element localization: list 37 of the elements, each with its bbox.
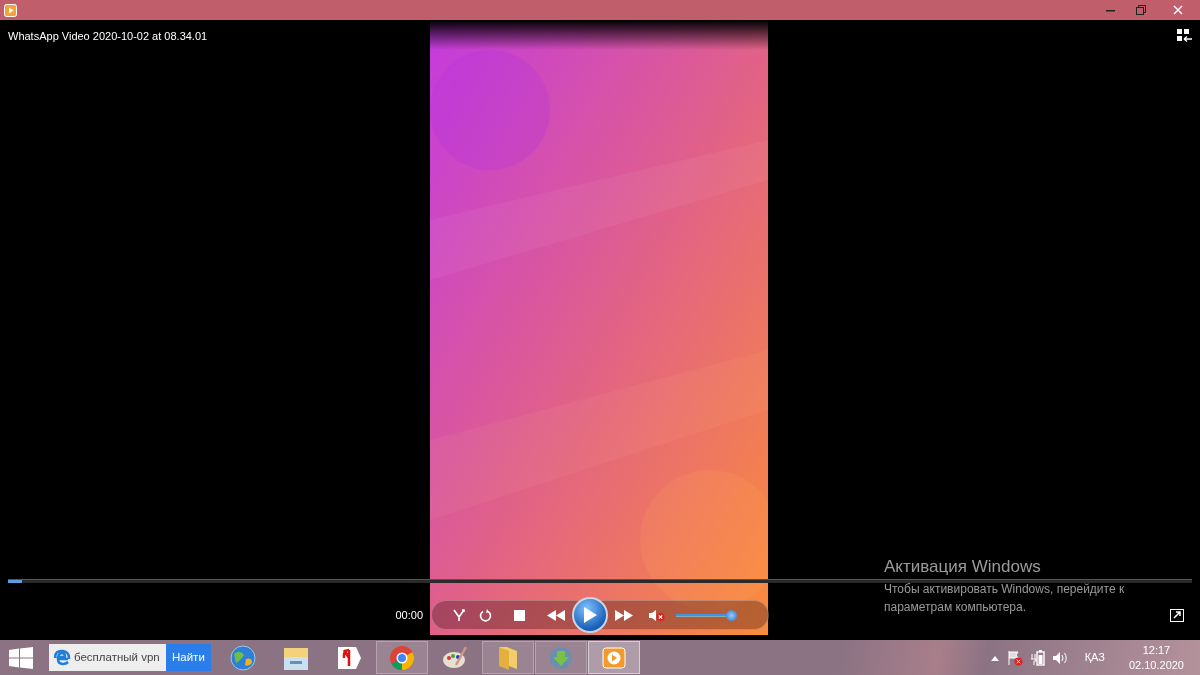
restore-icon <box>1136 5 1146 15</box>
clock[interactable]: 12:17 02.10.2020 <box>1128 642 1184 673</box>
windows-logo-icon <box>9 646 33 669</box>
taskbar-app-button[interactable] <box>587 641 640 674</box>
switch-view-icon[interactable] <box>1177 29 1192 44</box>
battery-plug-icon[interactable] <box>1030 649 1045 666</box>
globe-icon <box>229 644 256 671</box>
repeat-icon <box>478 608 492 622</box>
taskbar-app-button[interactable] <box>375 641 428 674</box>
flag-icon[interactable] <box>1006 649 1023 666</box>
volume-thumb[interactable] <box>726 609 738 621</box>
download-icon <box>547 644 574 671</box>
fullscreen-icon[interactable] <box>1170 608 1184 622</box>
chrome-icon <box>388 644 415 671</box>
search-button[interactable]: Найти <box>166 644 211 671</box>
app-icon <box>4 3 17 17</box>
taskbar-app-button[interactable] <box>481 641 534 674</box>
yandex-browser-icon <box>335 644 362 671</box>
elapsed-time: 00:00 <box>395 608 423 621</box>
close-icon <box>1173 5 1183 15</box>
stop-icon <box>513 609 525 621</box>
volume-icon[interactable] <box>1052 650 1069 665</box>
activation-text: Чтобы активировать Windows, перейдите к параметрам компьютера. <box>884 580 1126 616</box>
activation-title: Активация Windows <box>884 556 1042 578</box>
language-indicator[interactable]: ҚАЗ <box>1084 649 1105 666</box>
play-icon <box>583 607 597 623</box>
palette-icon <box>441 644 468 671</box>
search-field[interactable]: бесплатный vpn <box>49 644 166 671</box>
search-input[interactable]: бесплатный vpn <box>74 648 164 667</box>
browser-e-icon <box>53 648 71 667</box>
show-hidden-icons-icon[interactable] <box>990 654 999 661</box>
folder-icon <box>496 644 519 671</box>
shuffle-icon <box>452 608 466 622</box>
video-title: WhatsApp Video 2020-10-02 at 08.34.01 <box>8 29 208 44</box>
media-player-icon <box>601 646 626 669</box>
rewind-icon <box>547 609 565 621</box>
fast-forward-icon <box>615 609 633 621</box>
